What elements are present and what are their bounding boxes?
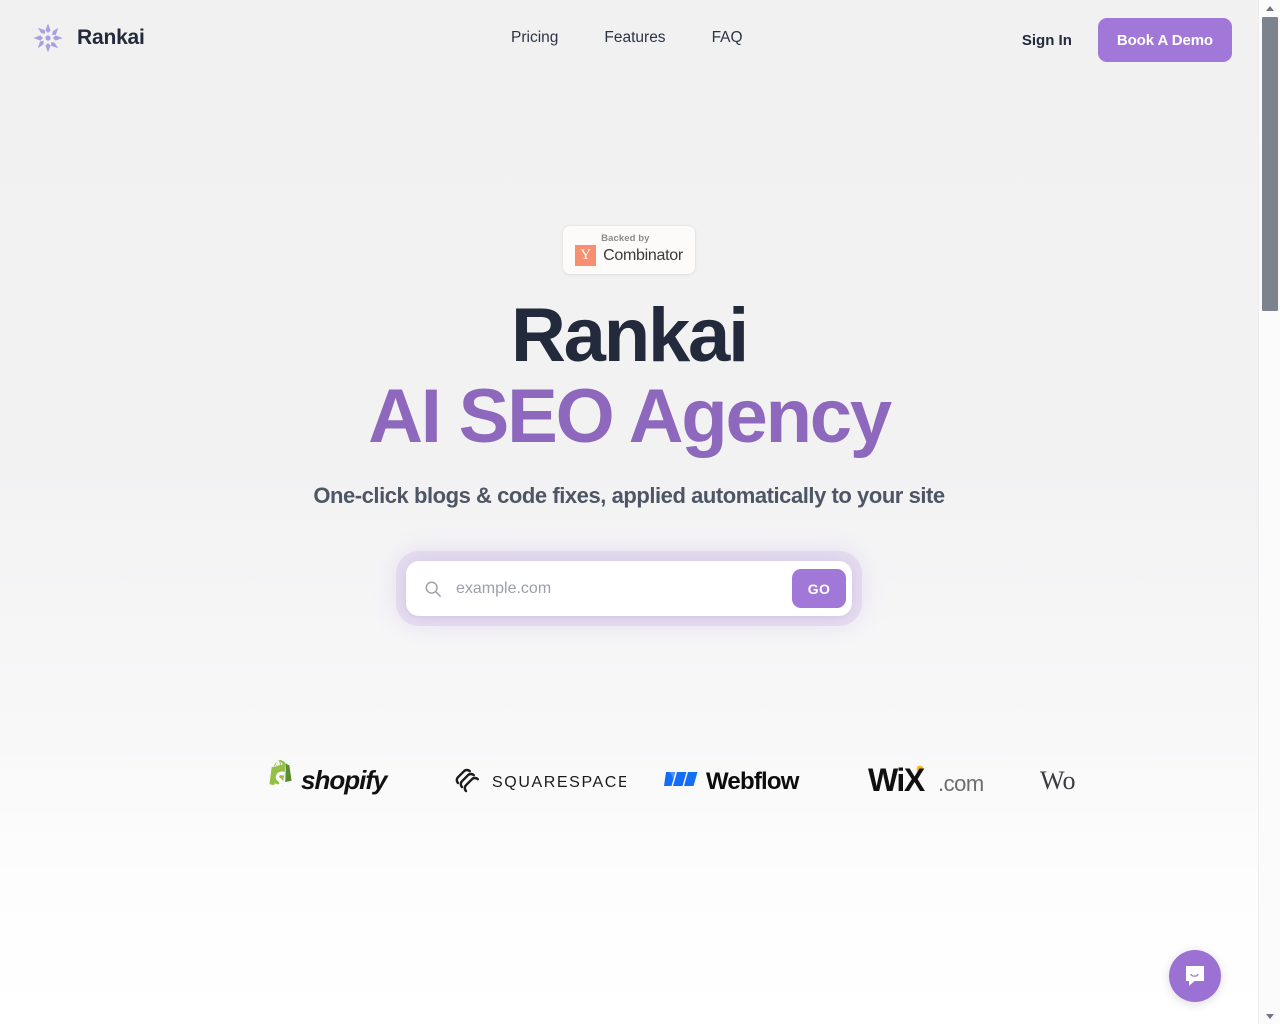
logo-wix: WiX .com	[840, 740, 1040, 820]
wix-icon: WiX .com	[868, 762, 984, 798]
main-nav: Pricing Features FAQ	[511, 29, 743, 47]
shopify-icon: shopify	[269, 759, 390, 795]
caret-up-icon	[1265, 5, 1274, 11]
wordpress-icon: Wo	[1040, 766, 1075, 795]
site-header: Rankai Pricing Features FAQ Sign In Book…	[0, 0, 1258, 80]
header-actions: Sign In Book A Demo	[1022, 18, 1232, 62]
scrollbar-down-arrow[interactable]	[1259, 1008, 1280, 1024]
yc-combinator-label: Combinator	[603, 246, 683, 264]
search-input[interactable]	[456, 579, 792, 598]
webflow-icon: Webflow	[664, 768, 801, 795]
y-combinator-icon: Y	[575, 245, 597, 266]
page-canvas: Rankai Pricing Features FAQ Sign In Book…	[0, 0, 1258, 1024]
book-a-demo-button[interactable]: Book A Demo	[1097, 18, 1232, 62]
browser-scrollbar[interactable]	[1258, 0, 1280, 1024]
domain-search-wrapper: GO	[0, 561, 1258, 617]
logo-track: shopify SQUARESPACE Webflow WiX .com Wo	[240, 740, 1240, 820]
starburst-icon	[33, 23, 63, 53]
hero-title-line2: AI SEO Agency	[368, 373, 892, 459]
yc-backed-badge: Backed by Y Combinator	[563, 226, 695, 274]
hero-title-line1: Rankai	[510, 293, 749, 378]
hero-subtitle: One-click blogs & code fixes, applied au…	[313, 483, 945, 509]
scrollbar-thumb[interactable]	[1262, 17, 1278, 311]
svg-text:Wo: Wo	[1040, 766, 1075, 795]
svg-text:shopify: shopify	[301, 765, 389, 795]
hero-title: Rankai AI SEO Agency	[0, 293, 1258, 459]
nav-item-features[interactable]: Features	[604, 29, 665, 47]
sign-in-link[interactable]: Sign In	[1022, 32, 1072, 49]
svg-text:Webflow: Webflow	[706, 768, 800, 795]
svg-text:SQUARESPACE: SQUARESPACE	[492, 774, 626, 791]
yc-logo-row: Y Combinator	[575, 245, 683, 266]
hero-section: Backed by Y Combinator Rankai AI SEO Age…	[0, 80, 1258, 617]
logo-squarespace: SQUARESPACE	[440, 740, 640, 820]
logo-wordpress: Wo	[1040, 740, 1240, 820]
search-icon	[425, 581, 441, 597]
nav-item-faq[interactable]: FAQ	[712, 29, 743, 47]
yc-backed-label: Backed by	[601, 233, 650, 244]
nav-item-pricing[interactable]: Pricing	[511, 29, 558, 47]
domain-search-box[interactable]: GO	[406, 561, 852, 617]
chat-bubble-icon	[1186, 966, 1204, 986]
logo-shopify: shopify	[240, 740, 440, 820]
brand-logo[interactable]: Rankai	[32, 22, 145, 54]
platform-logo-strip: shopify SQUARESPACE Webflow WiX .com Wo	[0, 740, 1258, 820]
squarespace-icon: SQUARESPACE	[455, 768, 626, 793]
brand-name: Rankai	[77, 26, 145, 49]
svg-text:WiX: WiX	[868, 762, 926, 798]
logo-webflow: Webflow	[640, 740, 840, 820]
svg-text:.com: .com	[938, 771, 984, 796]
caret-down-icon	[1265, 1013, 1274, 1019]
search-go-button[interactable]: GO	[792, 569, 846, 609]
scrollbar-up-arrow[interactable]	[1259, 0, 1280, 16]
chat-widget-button[interactable]	[1169, 950, 1221, 1002]
